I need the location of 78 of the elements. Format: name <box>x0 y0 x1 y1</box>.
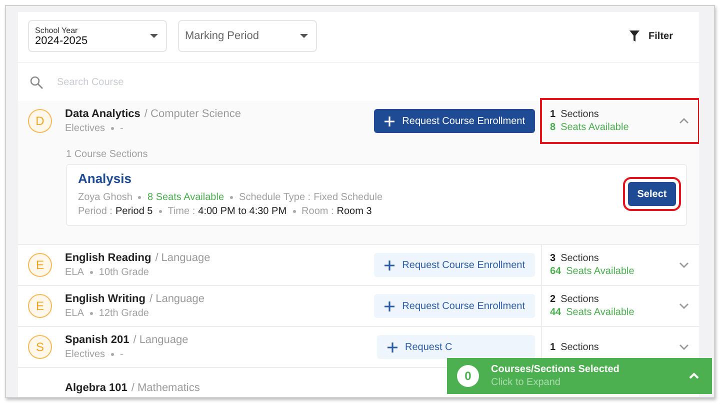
plus-icon <box>384 116 396 126</box>
room-value: Room 3 <box>336 206 372 217</box>
sections-label: Sections <box>560 109 599 120</box>
course-subject: / Language <box>133 334 188 346</box>
course-subject: / Language <box>149 293 205 305</box>
course-name: English Writing <box>65 293 146 305</box>
course-grade: - <box>120 123 124 134</box>
seats-count: 64 <box>550 266 562 277</box>
caret-icon <box>300 34 308 38</box>
seats-label: Seats Available <box>566 266 634 277</box>
seats-label: Seats Available <box>560 122 629 133</box>
period-label: Period : <box>78 206 112 217</box>
course-grade: 10th Grade <box>98 267 149 278</box>
separator-dot <box>158 210 162 213</box>
section-title: Analysis <box>78 171 132 186</box>
sections-summary[interactable]: 1 Sections 8 Seats Available <box>541 99 699 143</box>
schedule-type-value: Fixed Schedule <box>314 192 383 203</box>
request-enrollment-button[interactable]: Request C <box>377 335 535 359</box>
seats-available: 8 Seats Available <box>147 192 224 203</box>
separator-dot <box>230 196 234 199</box>
time-label: Time : <box>168 206 196 217</box>
marking-period-dropdown[interactable]: Marking Period <box>178 20 317 52</box>
period-value: Period 5 <box>115 206 153 217</box>
sections-count: 1 <box>550 109 556 120</box>
course-avatar: E <box>28 294 52 318</box>
course-category: ELA <box>65 308 84 319</box>
sections-summary[interactable]: 2 Sections 44 Seats Available <box>541 286 699 326</box>
course-sections-count: 1 Course Sections <box>66 149 149 160</box>
course-avatar: S <box>28 335 52 359</box>
selected-count: 0 <box>457 365 479 387</box>
course-subject: / Language <box>155 252 210 264</box>
funnel-icon <box>628 30 640 42</box>
plus-icon <box>387 342 398 352</box>
plus-icon <box>384 300 396 312</box>
course-name: Data Analytics <box>65 108 140 120</box>
plus-icon <box>384 260 396 270</box>
course-grade: 12th Grade <box>98 308 149 319</box>
course-avatar: E <box>28 253 52 277</box>
seats-count: 44 <box>550 307 562 318</box>
sections-summary[interactable]: 3 Sections 64 Seats Available <box>541 245 699 285</box>
separator-dot <box>292 210 296 213</box>
filter-button[interactable]: Filter <box>622 29 679 43</box>
room-label: Room : <box>302 206 334 217</box>
teacher-name: Zoya Ghosh <box>78 192 132 203</box>
course-avatar: D <box>28 109 52 133</box>
caret-icon <box>150 34 158 38</box>
seats-count: 8 <box>550 122 556 133</box>
toast-subtitle: Click to Expand <box>491 377 562 388</box>
course-grade: - <box>120 349 124 360</box>
seats-label: Seats Available <box>566 307 634 318</box>
select-button[interactable]: Select <box>628 182 676 206</box>
sections-label: Sections <box>560 294 599 305</box>
toast-title: Courses/Sections Selected <box>491 364 620 375</box>
sections-count: 1 <box>550 342 556 352</box>
course-name: Spanish 201 <box>65 334 130 346</box>
separator-dot <box>90 312 93 315</box>
request-enrollment-button[interactable]: Request Course Enrollment <box>374 109 535 133</box>
search-icon <box>30 76 43 88</box>
request-enrollment-button[interactable]: Request Course Enrollment <box>374 294 535 318</box>
course-subject: / Mathematics <box>131 382 200 394</box>
sections-label: Sections <box>560 342 599 352</box>
schedule-type-label: Schedule Type : <box>239 192 311 203</box>
course-name: English Reading <box>65 252 152 264</box>
time-value: 4:00 PM to 4:30 PM <box>198 206 287 217</box>
school-year-dropdown[interactable]: School Year 2024-2025 <box>28 20 167 52</box>
course-category: Electives <box>65 123 106 134</box>
separator-dot <box>111 353 114 356</box>
course-category: ELA <box>65 267 84 278</box>
separator-dot <box>90 271 93 274</box>
course-name: Algebra 101 <box>65 382 128 394</box>
sections-count: 3 <box>550 253 556 264</box>
course-category: Electives <box>65 349 106 360</box>
course-subject: / Computer Science <box>144 108 242 120</box>
sections-count: 2 <box>550 294 556 305</box>
separator-dot <box>111 127 114 130</box>
request-enrollment-button[interactable]: Request Course Enrollment <box>374 253 535 277</box>
separator-dot <box>138 196 142 199</box>
sections-label: Sections <box>560 253 599 264</box>
